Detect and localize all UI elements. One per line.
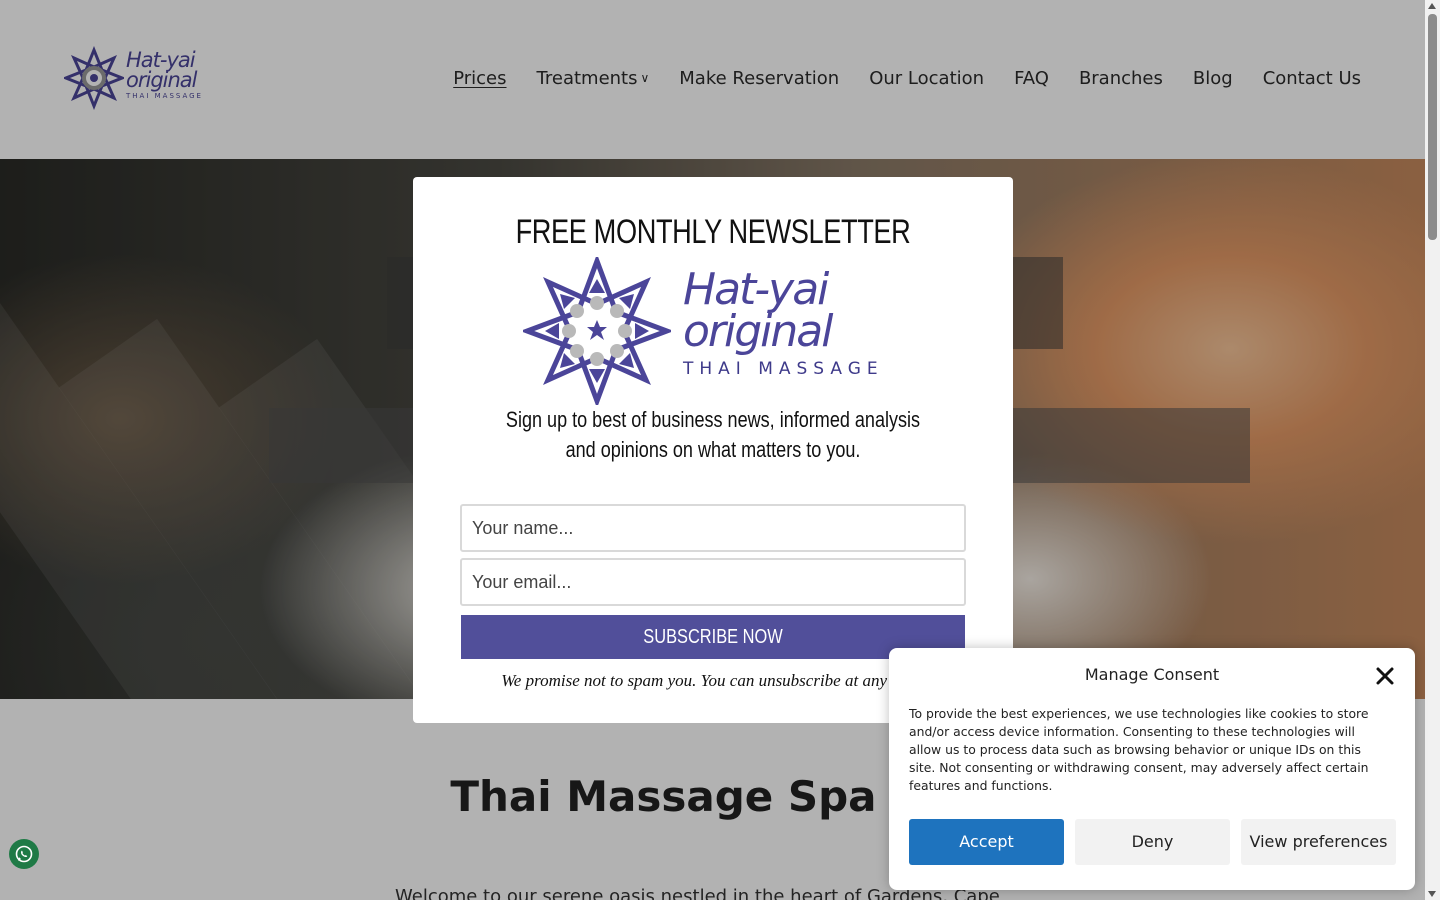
- consent-title: Manage Consent: [1084, 665, 1220, 684]
- email-input[interactable]: [460, 558, 966, 606]
- scroll-down-arrow-icon[interactable]: [1428, 891, 1436, 897]
- consent-text: To provide the best experiences, we use …: [909, 706, 1369, 793]
- newsletter-logo-line3: THAI MASSAGE: [683, 359, 884, 379]
- subscribe-button-label: SUBSCRIBE NOW: [643, 626, 783, 648]
- newsletter-title: FREE MONTHLY NEWSLETTER: [515, 213, 911, 251]
- cookie-consent-panel: Manage Consent To provide the best exper…: [889, 648, 1415, 890]
- whatsapp-icon: [15, 845, 33, 863]
- newsletter-logo: Hat-yai original THAI MASSAGE: [519, 253, 903, 409]
- accept-button[interactable]: Accept: [909, 819, 1064, 865]
- whatsapp-button[interactable]: [9, 839, 39, 869]
- scrollbar-thumb[interactable]: [1428, 14, 1437, 240]
- close-icon[interactable]: [1375, 666, 1395, 686]
- scroll-up-arrow-icon[interactable]: [1428, 3, 1436, 9]
- newsletter-logo-line1: Hat-yai: [683, 264, 829, 315]
- name-input[interactable]: [460, 504, 966, 552]
- newsletter-description: Sign up to best of business news, inform…: [505, 407, 921, 462]
- newsletter-logo-line2: original: [683, 306, 833, 357]
- newsletter-modal: FREE MONTHLY NEWSLETTER Hat-yai original…: [413, 177, 1013, 723]
- view-preferences-button[interactable]: View preferences: [1241, 819, 1396, 865]
- mandala-logo-icon: [519, 253, 675, 409]
- newsletter-logo-text: Hat-yai original THAI MASSAGE: [683, 264, 884, 380]
- page-scrollbar[interactable]: [1425, 0, 1440, 900]
- deny-button[interactable]: Deny: [1075, 819, 1230, 865]
